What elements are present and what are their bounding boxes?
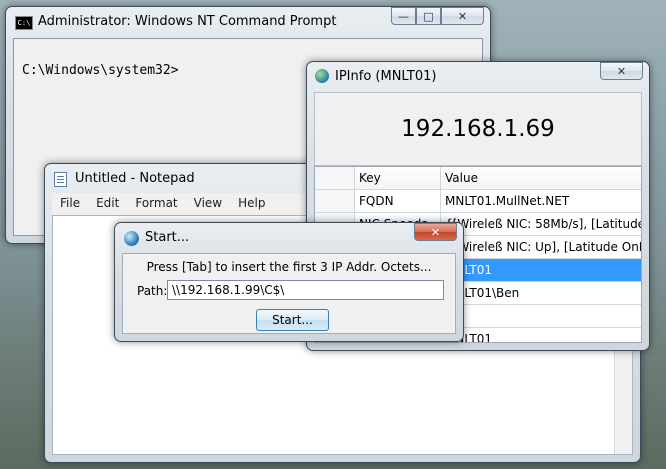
menu-view[interactable]: View bbox=[186, 193, 230, 215]
start-dialog-titlebar[interactable]: Start... ✕ bbox=[115, 223, 463, 251]
cmd-title: Administrator: Windows NT Command Prompt bbox=[38, 14, 337, 29]
maximize-button[interactable]: □ bbox=[416, 7, 441, 25]
column-header-value[interactable]: Value bbox=[441, 167, 641, 189]
notepad-title: Untitled - Notepad bbox=[75, 171, 195, 186]
ip-address-banner: 192.168.1.69 bbox=[314, 92, 642, 166]
close-button[interactable]: ✕ bbox=[414, 223, 457, 241]
start-button[interactable]: Start... bbox=[256, 309, 329, 331]
row-value: MNLT01.MullNet.NET bbox=[445, 194, 570, 208]
row-value: {[Wireleß NIC: 58Mb/s], [Latitude OnB... bbox=[445, 217, 641, 231]
notepad-icon bbox=[54, 172, 67, 187]
cmd-prompt: C:\Windows\system32> bbox=[22, 63, 179, 78]
network-globe-icon bbox=[315, 69, 329, 83]
path-label: Path: bbox=[137, 284, 168, 298]
row-header-corner bbox=[315, 167, 355, 189]
row-value: MNLT01\Ben bbox=[445, 286, 520, 300]
row-key: FQDN bbox=[355, 190, 441, 212]
network-globe-icon bbox=[124, 231, 139, 246]
hint-text: Press [Tab] to insert the first 3 IP Add… bbox=[146, 260, 432, 274]
row-header[interactable] bbox=[315, 190, 355, 212]
row-value bbox=[441, 305, 641, 327]
cmd-icon: C:\ bbox=[15, 16, 33, 30]
ipinfo-title: IPInfo (MNLT01) bbox=[335, 69, 437, 84]
minimize-button[interactable]: — bbox=[391, 7, 416, 25]
close-button[interactable]: ✕ bbox=[441, 7, 484, 25]
ip-address: 192.168.1.69 bbox=[401, 116, 555, 142]
row-value: MNLT01 bbox=[445, 332, 492, 343]
close-button[interactable]: ✕ bbox=[600, 62, 643, 80]
start-dialog-title: Start... bbox=[145, 230, 190, 245]
start-dialog-body: Press [Tab] to insert the first 3 IP Add… bbox=[122, 253, 456, 334]
menu-file[interactable]: File bbox=[52, 193, 88, 215]
grid-row[interactable]: FQDN MNLT01.MullNet.NET bbox=[315, 190, 641, 213]
menu-edit[interactable]: Edit bbox=[88, 193, 127, 215]
ipinfo-titlebar[interactable]: IPInfo (MNLT01) ✕ bbox=[307, 62, 649, 90]
cmd-titlebar[interactable]: C:\ Administrator: Windows NT Command Pr… bbox=[6, 7, 490, 35]
menu-help[interactable]: Help bbox=[230, 193, 273, 215]
grid-header: Key Value bbox=[315, 167, 641, 190]
row-value: MNLT01 bbox=[441, 259, 641, 281]
row-value: {[Wireleß NIC: Up], [Latitude OnBoard ..… bbox=[445, 240, 641, 254]
menu-format[interactable]: Format bbox=[127, 193, 185, 215]
path-input[interactable] bbox=[167, 280, 444, 300]
start-dialog: Start... ✕ Press [Tab] to insert the fir… bbox=[114, 222, 464, 342]
column-header-key[interactable]: Key bbox=[355, 167, 441, 189]
